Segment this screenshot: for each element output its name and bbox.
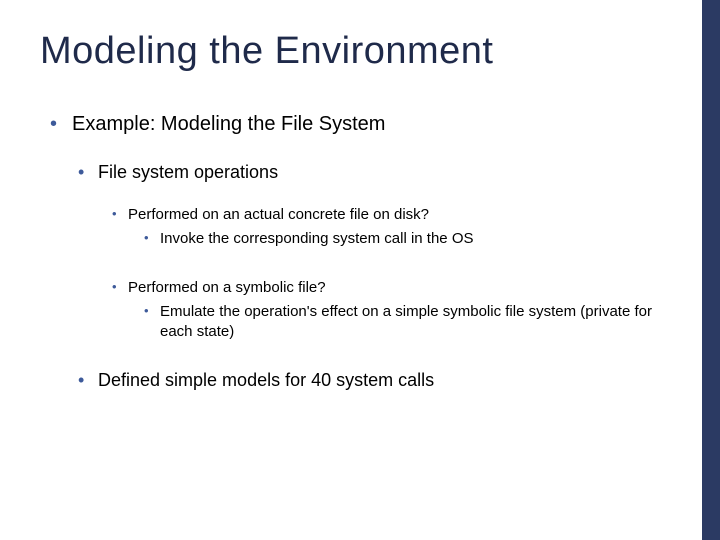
list-item: Invoke the corresponding system call in … bbox=[144, 229, 670, 249]
bullet-text: File system operations bbox=[98, 162, 278, 182]
bullet-text: Performed on an actual concrete file on … bbox=[128, 206, 429, 223]
list-item: Example: Modeling the File System File s… bbox=[50, 113, 670, 391]
bullet-list-l2: File system operations Performed on an a… bbox=[78, 162, 670, 391]
list-item: Performed on an actual concrete file on … bbox=[112, 205, 670, 250]
bullet-text: Emulate the operation's effect on a simp… bbox=[160, 303, 652, 340]
bullet-list-l4: Invoke the corresponding system call in … bbox=[144, 229, 670, 249]
bullet-text: Example: Modeling the File System bbox=[72, 113, 385, 135]
slide-title: Modeling the Environment bbox=[40, 30, 670, 73]
bullet-text: Invoke the corresponding system call in … bbox=[160, 230, 474, 247]
slide: Modeling the Environment Example: Modeli… bbox=[0, 0, 720, 540]
bullet-list-l3: Performed on an actual concrete file on … bbox=[112, 205, 670, 342]
list-item: Emulate the operation's effect on a simp… bbox=[144, 302, 670, 343]
list-item: Defined simple models for 40 system call… bbox=[78, 370, 670, 391]
list-item: File system operations Performed on an a… bbox=[78, 162, 670, 342]
bullet-text: Defined simple models for 40 system call… bbox=[98, 370, 434, 390]
bullet-list-l1: Example: Modeling the File System File s… bbox=[50, 113, 670, 391]
bullet-text: Performed on a symbolic file? bbox=[128, 279, 326, 296]
list-item: Performed on a symbolic file? Emulate th… bbox=[112, 278, 670, 343]
accent-side-bar bbox=[702, 0, 720, 540]
bullet-list-l4: Emulate the operation's effect on a simp… bbox=[144, 302, 670, 343]
